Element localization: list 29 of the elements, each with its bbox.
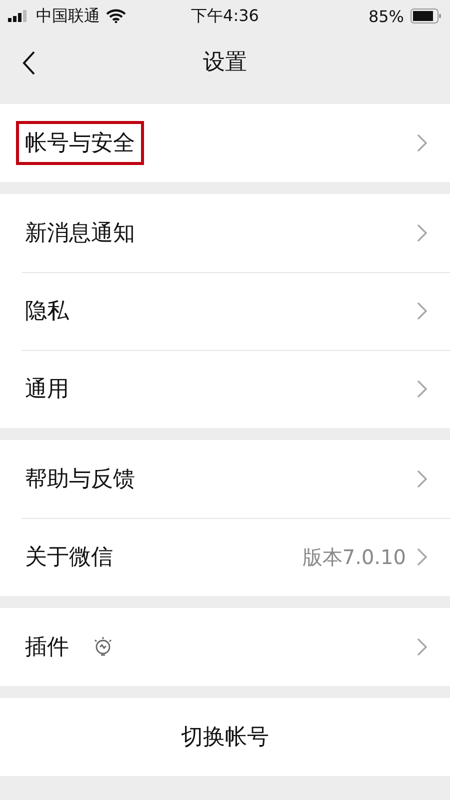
carrier-name: 中国联通 [36, 6, 100, 26]
settings-row[interactable]: 帮助与反馈 [0, 440, 450, 518]
row-label: 隐私 [24, 298, 70, 326]
settings-row[interactable]: 关于微信 版本7.0.10 [0, 518, 450, 596]
chevron-icon [416, 223, 428, 243]
chevron-icon [416, 301, 428, 321]
chevron-icon [416, 133, 428, 153]
row-label: 关于微信 [24, 544, 114, 572]
status-time: 下午4:36 [191, 6, 259, 26]
settings-row[interactable]: 新消息通知 [0, 194, 450, 272]
chevron-icon [416, 469, 428, 489]
settings-row[interactable]: 隐私 [0, 272, 450, 350]
chevron-icon [416, 379, 428, 399]
chevron-icon [416, 547, 428, 567]
battery-percent: 85% [368, 6, 404, 26]
switch-account-button[interactable]: 切换帐号 [0, 698, 450, 776]
settings-row[interactable]: 帐号与安全 [0, 104, 450, 182]
row-value: 版本7.0.10 [302, 544, 406, 570]
chevron-icon [416, 637, 428, 657]
battery-icon [410, 8, 442, 24]
row-label: 通用 [24, 376, 70, 404]
row-label: 帮助与反馈 [24, 466, 136, 494]
wifi-icon [106, 9, 126, 23]
settings-row[interactable]: 插件 [0, 608, 450, 686]
row-label: 新消息通知 [24, 220, 136, 248]
page-title: 设置 [203, 49, 247, 77]
row-label: 帐号与安全 [16, 121, 144, 165]
settings-row[interactable]: 通用 [0, 350, 450, 428]
row-label: 插件 [24, 634, 70, 662]
